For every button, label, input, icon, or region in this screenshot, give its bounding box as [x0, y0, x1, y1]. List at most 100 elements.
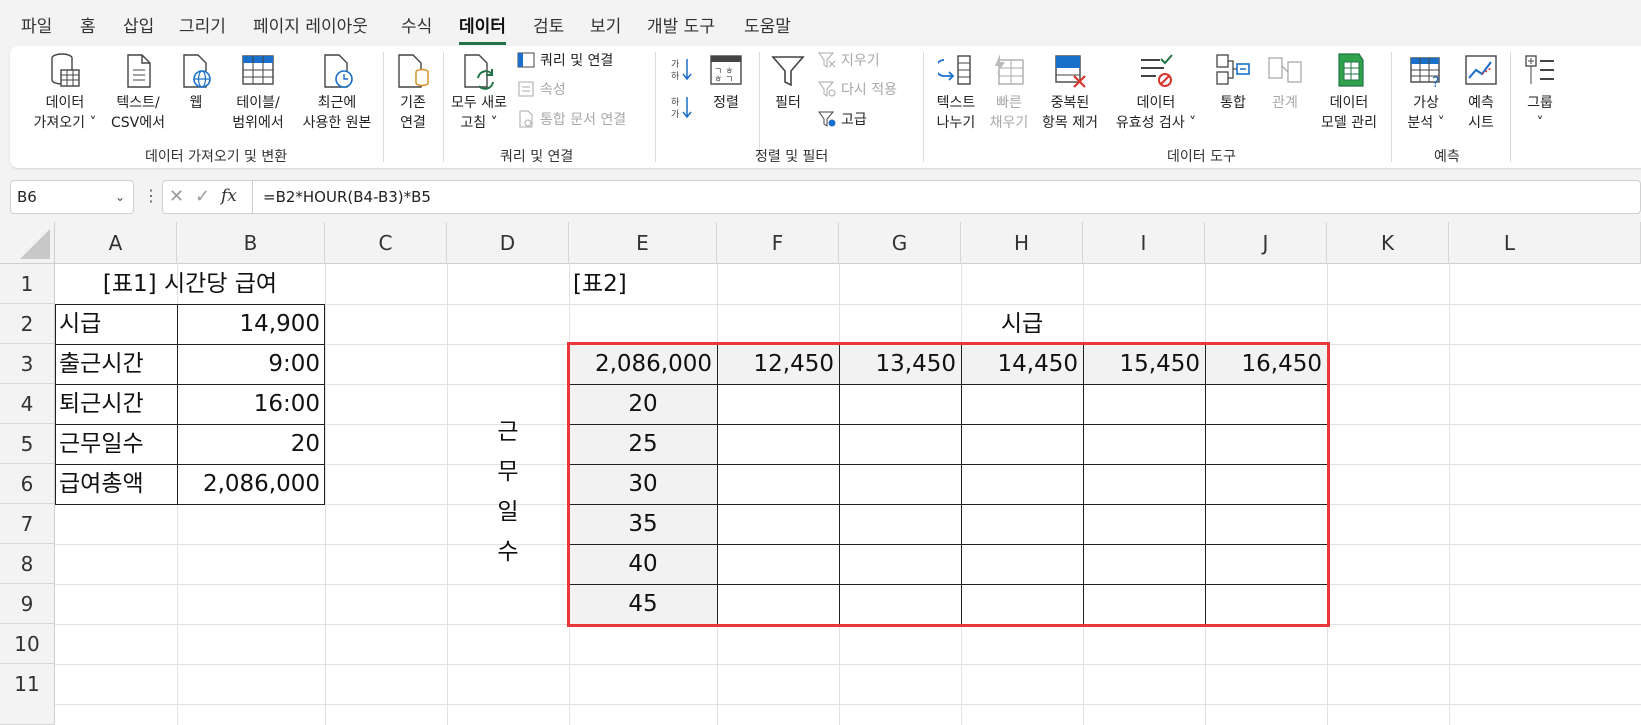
edit-links-button[interactable]: 통합 문서 연결 — [517, 109, 626, 131]
cell-a2[interactable]: 시급 — [55, 304, 177, 344]
existing-connections-label: 기존 — [400, 95, 426, 111]
existing-connections-button[interactable]: 기존 연결 — [386, 52, 440, 133]
table2-wage-header[interactable]: 시급 — [717, 304, 1327, 344]
tab-draw[interactable]: 그리기 — [179, 12, 226, 37]
gridline — [1449, 264, 1450, 725]
filter-button[interactable]: 필터 — [766, 52, 810, 113]
row-header-9[interactable]: 9 — [0, 584, 55, 624]
forecast-sheet-button[interactable]: 예측 시트 — [1458, 52, 1504, 133]
row-header-2[interactable]: 2 — [0, 304, 55, 344]
tab-home[interactable]: 홈 — [80, 12, 96, 37]
row-header-6[interactable]: 6 — [0, 464, 55, 504]
row-header-1[interactable]: 1 — [0, 264, 55, 304]
cell-b2[interactable]: 14,900 — [177, 304, 325, 344]
relationships-button[interactable]: 관계 — [1260, 52, 1310, 113]
row-header-11[interactable]: 11 — [0, 664, 55, 725]
cell-a5[interactable]: 근무일수 — [55, 424, 177, 464]
table2-title[interactable]: [표2] — [569, 264, 717, 304]
table1-title[interactable]: [표1] 시간당 급여 — [55, 264, 325, 304]
tab-review[interactable]: 검토 — [533, 12, 564, 37]
data-validation-icon — [1141, 54, 1173, 87]
row-header-4[interactable]: 4 — [0, 384, 55, 424]
column-header-h[interactable]: H — [961, 222, 1083, 264]
recent-sources-label: 최근에 — [317, 95, 357, 111]
properties-button[interactable]: 속성 — [517, 79, 566, 101]
clear-filter-icon — [818, 52, 836, 68]
formula-input[interactable]: =B2*HOUR(B4-B3)*B5 — [252, 180, 1641, 214]
what-if-analysis-button[interactable]: ? 가상 분석 ˅ — [1396, 52, 1456, 133]
sort-ascending-button[interactable]: 가하 — [670, 56, 692, 82]
group-button[interactable]: 그룹 ˅ — [1516, 52, 1564, 133]
column-header-e[interactable]: E — [569, 222, 717, 264]
forecast-sheet-label-2: 시트 — [1468, 115, 1494, 131]
name-box[interactable]: B6 ⌄ — [10, 180, 134, 214]
column-header-a[interactable]: A — [55, 222, 177, 264]
sort-descending-button[interactable]: 하가 — [670, 94, 692, 120]
cancel-icon[interactable]: ✕ — [169, 186, 184, 207]
from-text-csv-button[interactable]: 텍스트/ CSV에서 — [102, 52, 174, 133]
tab-file[interactable]: 파일 — [21, 12, 52, 37]
tab-page-layout[interactable]: 페이지 레이아웃 — [253, 12, 368, 37]
filter-label: 필터 — [775, 95, 801, 111]
data-validation-button[interactable]: 데이터 유효성 검사 ˅ — [1108, 52, 1204, 133]
get-data-button[interactable]: 데이터 가져오기 ˅ — [24, 52, 106, 133]
column-header-c[interactable]: C — [325, 222, 447, 264]
data-model-label: 데이터 — [1329, 95, 1369, 111]
select-all-corner[interactable] — [0, 222, 55, 264]
sort-button[interactable]: ㄱ ㅎ ㅎ ㄱ 정렬 — [704, 52, 748, 113]
cell-b4[interactable]: 16:00 — [177, 384, 325, 424]
tab-formulas[interactable]: 수식 — [401, 12, 432, 37]
insert-function-icon[interactable]: fx — [221, 186, 237, 206]
cell-a3[interactable]: 출근시간 — [55, 344, 177, 384]
remove-duplicates-button[interactable]: 중복된 항목 제거 — [1034, 52, 1106, 133]
row-header-10[interactable]: 10 — [0, 624, 55, 664]
queries-connections-button[interactable]: 쿼리 및 연결 — [517, 50, 613, 72]
column-header-k[interactable]: K — [1327, 222, 1449, 264]
tab-data[interactable]: 데이터 — [459, 12, 506, 45]
row-header-7[interactable]: 7 — [0, 504, 55, 544]
flash-fill-button[interactable]: 빠른 채우기 — [984, 52, 1034, 133]
cell-b3[interactable]: 9:00 — [177, 344, 325, 384]
text-to-columns-button[interactable]: 텍스트 나누기 — [928, 52, 984, 133]
enter-check-icon[interactable]: ✓ — [195, 186, 210, 207]
consolidate-label: 통합 — [1220, 95, 1246, 111]
group-label-2: ˅ — [1536, 115, 1544, 131]
tab-help[interactable]: 도움말 — [744, 12, 791, 37]
chevron-down-icon[interactable]: ⌄ — [115, 181, 125, 213]
tab-insert[interactable]: 삽입 — [123, 12, 154, 37]
row-header-8[interactable]: 8 — [0, 544, 55, 584]
column-header-f[interactable]: F — [717, 222, 839, 264]
edit-links-icon — [519, 110, 533, 128]
forecast-sheet-icon — [1465, 55, 1497, 85]
column-header-i[interactable]: I — [1083, 222, 1205, 264]
reapply-filter-button[interactable]: 다시 적용 — [818, 79, 897, 101]
side-label-char: 일 — [497, 499, 519, 525]
tab-developer[interactable]: 개발 도구 — [647, 12, 715, 37]
consolidate-button[interactable]: 통합 — [1206, 52, 1260, 113]
from-web-button[interactable]: 웹 — [176, 52, 216, 113]
recent-sources-button[interactable]: 최근에 사용한 원본 — [294, 52, 380, 133]
from-table-label-2: 범위에서 — [232, 115, 284, 131]
advanced-filter-button[interactable]: 고급 — [818, 109, 867, 131]
cell-a4[interactable]: 퇴근시간 — [55, 384, 177, 424]
filter-funnel-icon — [771, 56, 805, 87]
formula-bar-handle-icon[interactable]: ⋮ — [143, 186, 159, 205]
column-header-b[interactable]: B — [177, 222, 325, 264]
cell-a6[interactable]: 급여총액 — [55, 464, 177, 504]
remove-duplicates-label: 중복된 — [1050, 95, 1090, 111]
cell-b6[interactable]: 2,086,000 — [177, 464, 325, 504]
gridline — [55, 664, 1641, 665]
column-header-d[interactable]: D — [447, 222, 569, 264]
cell-b5[interactable]: 20 — [177, 424, 325, 464]
from-table-range-button[interactable]: 테이블/ 범위에서 — [222, 52, 294, 133]
clear-filter-button[interactable]: 지우기 — [818, 50, 880, 72]
column-header-j[interactable]: J — [1205, 222, 1327, 264]
tab-view[interactable]: 보기 — [590, 12, 621, 37]
manage-data-model-button[interactable]: 데이터 모델 관리 — [1310, 52, 1388, 133]
row-header-5[interactable]: 5 — [0, 424, 55, 464]
refresh-all-button[interactable]: 모두 새로 고침 ˅ — [444, 52, 514, 133]
svg-text:가: 가 — [671, 59, 679, 70]
column-header-l[interactable]: L — [1449, 222, 1641, 264]
column-header-g[interactable]: G — [839, 222, 961, 264]
row-header-3[interactable]: 3 — [0, 344, 55, 384]
